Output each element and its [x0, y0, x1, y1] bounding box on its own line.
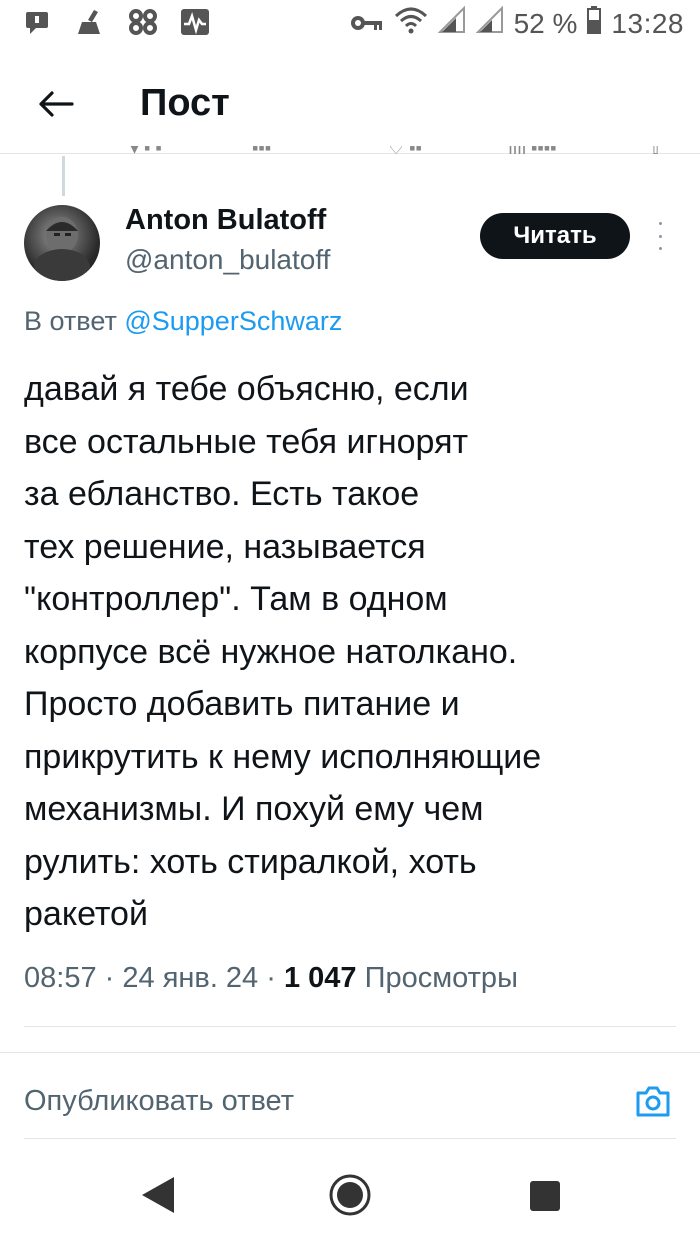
- nav-recents-button[interactable]: [530, 1181, 560, 1211]
- tweet-text: давай я тебе объясню, если все остальные…: [24, 363, 674, 941]
- status-bar-left-icons: [24, 8, 210, 36]
- tweet-text-line: Просто добавить питание и: [24, 685, 460, 723]
- battery-icon: [587, 6, 602, 41]
- shuffle-icon: [128, 8, 158, 36]
- tweet-text-line: все остальные тебя игнорят: [24, 422, 469, 461]
- tweet-date[interactable]: 24 янв. 24: [122, 962, 258, 994]
- previous-tweet-actions: ▾ ▪ ▪ ▪▪▪ ♡ ▪▪ ılıl ▪▪▪▪ ⇧: [130, 146, 664, 158]
- tweet-text-line: корпусе всё нужное натолкано.: [24, 632, 518, 671]
- meta-separator: ·: [104, 962, 115, 994]
- signal-icon: [475, 5, 504, 41]
- top-app-bar: Пост: [0, 58, 700, 154]
- meta-separator: ·: [266, 962, 276, 994]
- more-dot-icon: [658, 234, 662, 238]
- tweet-text-line: давай я тебе объясню, если: [24, 370, 469, 408]
- tweet-text-line: механизмы. И похуй ему чем: [24, 790, 484, 828]
- arrow-left-icon: [39, 91, 74, 117]
- views-label[interactable]: Просмотры: [365, 962, 518, 994]
- battery-percent: 52 %: [513, 7, 578, 39]
- wifi-icon: [394, 6, 428, 41]
- reply-input[interactable]: Опубликовать ответ: [24, 1085, 294, 1118]
- page-title: Пост: [140, 82, 230, 124]
- nav-back-button[interactable]: [140, 1175, 176, 1215]
- clock: 13:28: [611, 7, 684, 39]
- status-bar: 52 % 13:28: [0, 0, 700, 50]
- author-handle[interactable]: @anton_bulatoff: [125, 244, 330, 276]
- tweet-text-line: прикрутить к нему исполняющие: [24, 737, 542, 776]
- thread-connector-line: [62, 156, 65, 196]
- tweet-text-line: рулить: хоть стиралкой, хоть: [24, 842, 477, 881]
- tweet-text-line: тех решение, называется: [24, 527, 426, 566]
- notification-icon: [24, 8, 54, 36]
- status-bar-right: 52 % 13:28: [350, 5, 684, 41]
- cleaner-icon: [76, 8, 106, 36]
- signal-icon: [437, 5, 466, 41]
- more-dot-icon: [658, 247, 662, 250]
- divider: [24, 1026, 676, 1027]
- divider: [24, 1138, 676, 1139]
- nav-back-icon: [142, 1177, 174, 1213]
- tweet-text-line: ракетой: [24, 895, 148, 933]
- more-dot-icon: [658, 222, 662, 225]
- divider: [0, 1052, 700, 1053]
- key-icon: [350, 8, 384, 40]
- follow-button[interactable]: Читать: [480, 213, 630, 259]
- camera-button[interactable]: [634, 1083, 672, 1121]
- reply-prefix: В ответ: [24, 306, 117, 336]
- author-display-name[interactable]: Anton Bulatoff: [125, 204, 326, 237]
- more-options-button[interactable]: [650, 222, 670, 250]
- back-button[interactable]: [32, 80, 80, 128]
- reply-mention-link[interactable]: @SupperSchwarz: [124, 306, 342, 336]
- avatar[interactable]: [24, 205, 100, 281]
- views-count[interactable]: 1 047: [284, 962, 357, 994]
- activity-icon: [180, 8, 210, 36]
- tweet-text-line: "контроллер". Там в одном: [24, 580, 448, 618]
- tweet-text-line: за ебланство. Есть такое: [24, 475, 420, 513]
- nav-home-button[interactable]: [328, 1173, 372, 1217]
- replying-to: В ответ @SupperSchwarz: [24, 306, 342, 337]
- camera-icon: [636, 1086, 670, 1117]
- nav-home-icon: [329, 1174, 371, 1216]
- tweet-meta: 08:57 · 24 янв. 24 · 1 047 Просмотры: [24, 962, 518, 995]
- tweet-time[interactable]: 08:57: [24, 962, 97, 994]
